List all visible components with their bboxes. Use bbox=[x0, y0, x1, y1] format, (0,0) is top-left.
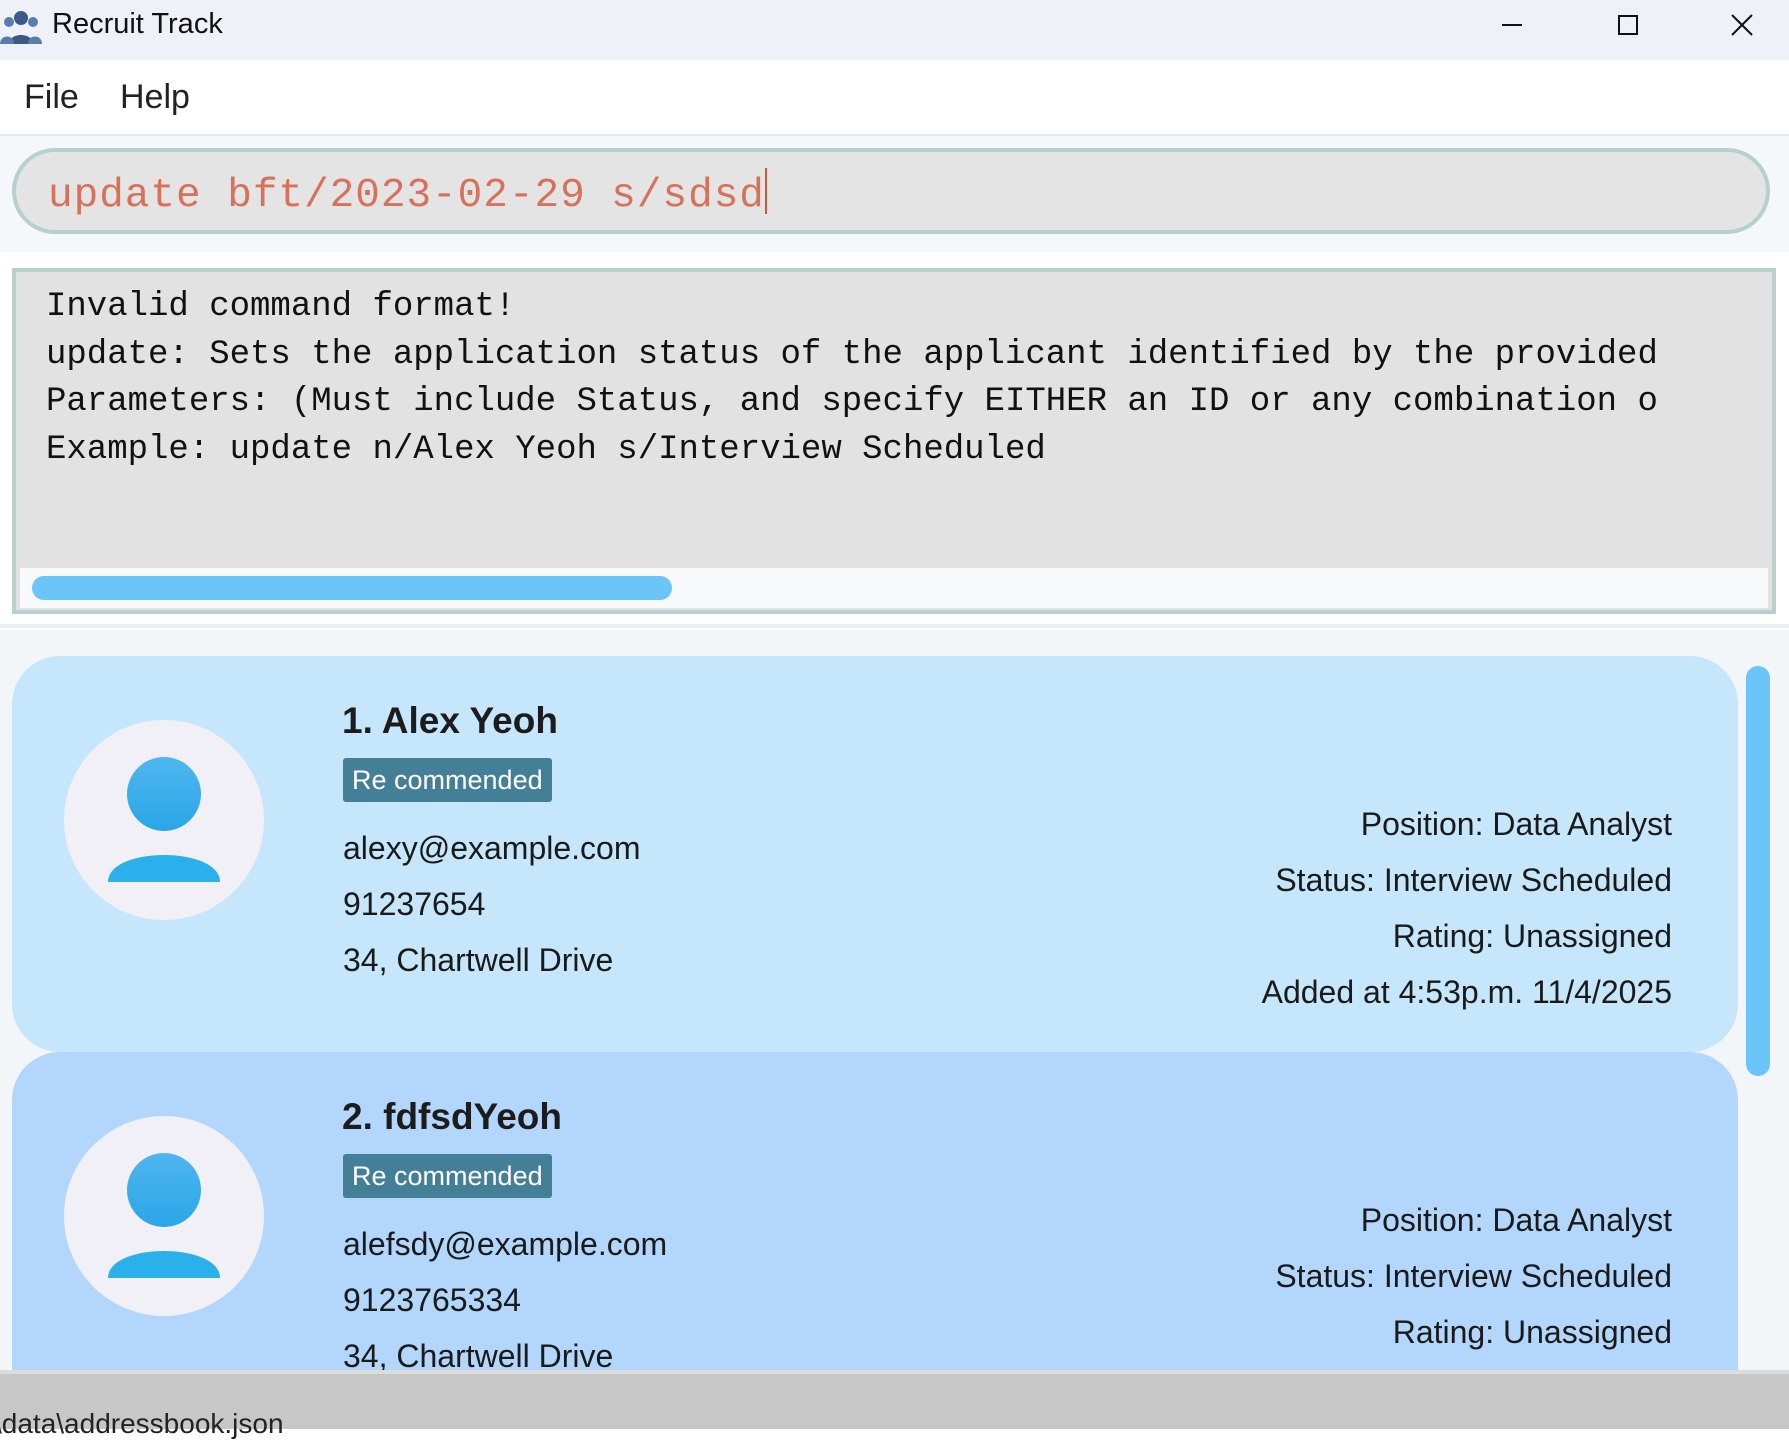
applicant-email: alefsdy@example.com bbox=[343, 1226, 668, 1262]
result-line: Example: update n/Alex Yeoh s/Interview … bbox=[46, 431, 1046, 469]
close-icon bbox=[1731, 14, 1753, 36]
maximize-button[interactable] bbox=[1570, 0, 1686, 50]
result-line: update: Sets the application status of t… bbox=[46, 336, 1658, 374]
result-display: Invalid command format! update: Sets the… bbox=[12, 268, 1776, 614]
applicant-email: alexy@example.com bbox=[343, 830, 641, 866]
avatar bbox=[64, 1116, 264, 1316]
applicant-name: 2. fdfsdYeoh bbox=[342, 1096, 562, 1137]
minimize-icon bbox=[1502, 24, 1522, 26]
result-scrollbar-thumb[interactable] bbox=[32, 576, 672, 600]
applicant-tag: Re commended bbox=[343, 1154, 552, 1198]
applicant-phone: 9123765334 bbox=[343, 1282, 521, 1318]
close-button[interactable] bbox=[1684, 0, 1789, 50]
status-bar-text: \data\addressbook.json bbox=[0, 1408, 284, 1439]
applicant-position: Position: Data Analyst bbox=[1360, 806, 1672, 842]
window-title: Recruit Track bbox=[52, 8, 223, 40]
command-input[interactable]: update bft/2023-02-29 s/sdsd bbox=[12, 148, 1770, 234]
title-bar: Recruit Track bbox=[0, 0, 1789, 60]
applicant-address: 34, Chartwell Drive bbox=[343, 1338, 614, 1370]
result-line: Invalid command format! bbox=[46, 288, 516, 326]
applicant-address: 34, Chartwell Drive bbox=[343, 942, 614, 978]
applicant-tag: Re commended bbox=[343, 758, 552, 802]
status-bar: \data\addressbook.json bbox=[0, 1370, 1789, 1439]
text-caret bbox=[764, 168, 767, 214]
applicant-phone: 91237654 bbox=[343, 886, 486, 922]
menu-help[interactable]: Help bbox=[120, 78, 190, 117]
user-avatar-icon bbox=[108, 757, 220, 882]
app-people-icon bbox=[0, 11, 42, 44]
applicant-position: Position: Data Analyst bbox=[1360, 1202, 1672, 1238]
applicant-rating: Rating: Unassigned bbox=[1392, 918, 1672, 954]
result-line: Parameters: (Must include Status, and sp… bbox=[46, 383, 1658, 421]
maximize-icon bbox=[1618, 15, 1638, 35]
applicant-rating: Rating: Unassigned bbox=[1392, 1314, 1672, 1350]
applicant-card[interactable]: 1. Alex Yeoh Re commended alexy@example.… bbox=[12, 656, 1738, 1052]
minimize-button[interactable] bbox=[1454, 0, 1570, 50]
applicant-name: 1. Alex Yeoh bbox=[342, 700, 558, 741]
menu-bar: File Help bbox=[0, 60, 1789, 136]
user-avatar-icon bbox=[108, 1153, 220, 1278]
applicant-status: Status: Interview Scheduled bbox=[1275, 862, 1672, 898]
list-scrollbar-thumb[interactable] bbox=[1746, 666, 1770, 1076]
command-text: update bft/2023-02-29 s/sdsd bbox=[48, 173, 765, 219]
avatar bbox=[64, 720, 264, 920]
applicant-added-at: Added at 4:53p.m. 11/4/2025 bbox=[1261, 974, 1672, 1010]
menu-file[interactable]: File bbox=[24, 78, 79, 117]
applicant-card[interactable]: 2. fdfsdYeoh Re commended alefsdy@exampl… bbox=[12, 1052, 1738, 1370]
divider bbox=[0, 624, 1789, 628]
applicant-status: Status: Interview Scheduled bbox=[1275, 1258, 1672, 1294]
applicant-list: 1. Alex Yeoh Re commended alexy@example.… bbox=[0, 630, 1789, 1370]
